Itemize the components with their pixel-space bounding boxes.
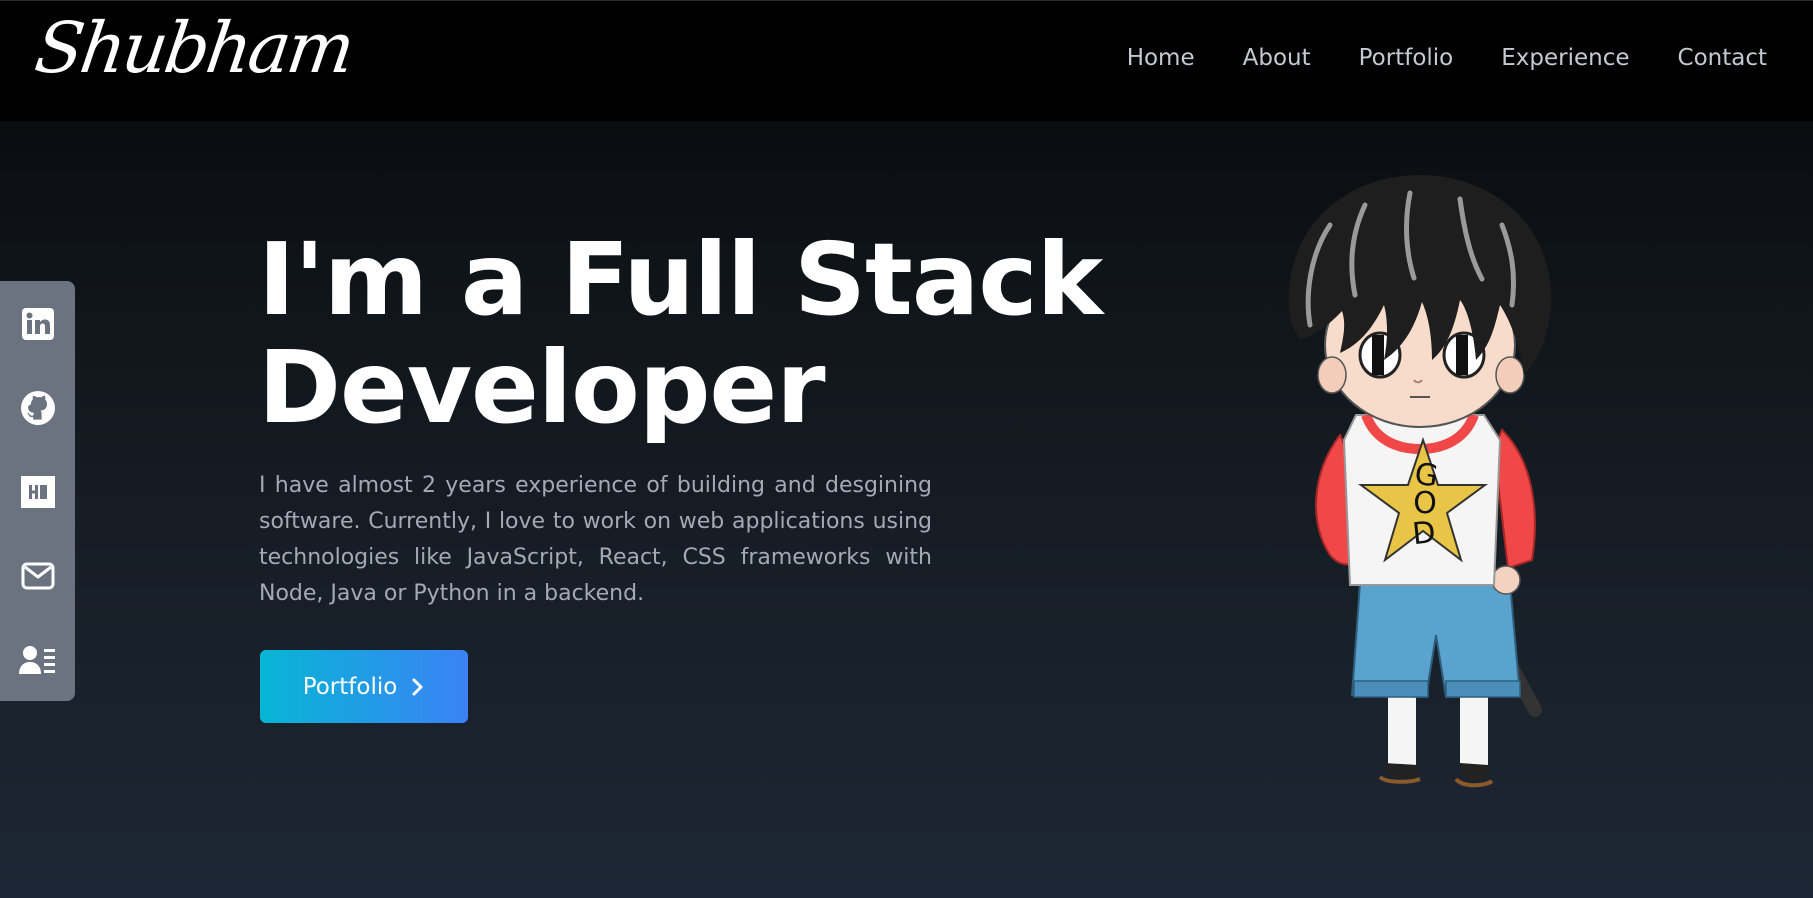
github-icon[interactable]	[19, 387, 57, 428]
hero-title-line1: I'm a Full Stack	[258, 221, 1103, 338]
hero-title-line2: Developer	[258, 329, 826, 446]
nav-experience[interactable]: Experience	[1501, 45, 1629, 71]
portfolio-button-label: Portfolio	[302, 673, 398, 700]
logo[interactable]: Shubham	[30, 7, 357, 89]
nav-contact[interactable]: Contact	[1678, 45, 1767, 71]
nav-about[interactable]: About	[1243, 45, 1311, 71]
avatar-illustration: G O D	[1288, 175, 1552, 788]
navbar: Shubham Home About Portfolio Experience …	[0, 0, 1813, 121]
nav-menu: Home About Portfolio Experience Contact	[1127, 45, 1767, 71]
hero-title: I'm a Full Stack Developer	[258, 226, 1103, 442]
resume-icon[interactable]	[18, 639, 57, 680]
nav-portfolio[interactable]: Portfolio	[1359, 45, 1454, 71]
hackerrank-icon[interactable]	[19, 471, 57, 512]
nav-home[interactable]: Home	[1127, 45, 1195, 71]
hero-description: I have almost 2 years experience of buil…	[259, 473, 932, 606]
mail-icon[interactable]	[19, 555, 57, 596]
linkedin-icon[interactable]	[19, 303, 57, 344]
chevron-right-icon	[412, 678, 423, 695]
social-sidebar	[0, 281, 75, 701]
shirt-text-d: D	[1411, 515, 1438, 552]
portfolio-button[interactable]: Portfolio	[260, 650, 468, 723]
